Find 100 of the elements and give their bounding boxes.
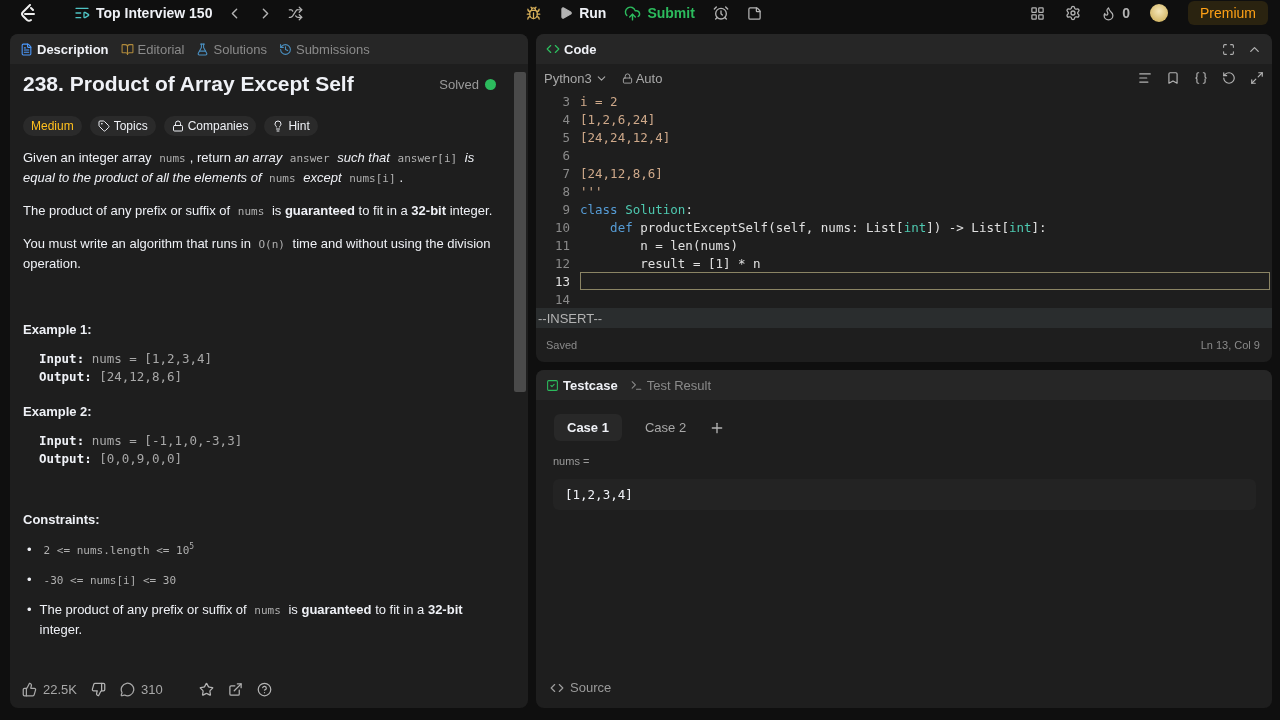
case-tab[interactable]: Case 1	[554, 414, 622, 441]
case-tab[interactable]: Case 2	[631, 414, 700, 441]
line-number: 14	[553, 291, 571, 307]
line-number: 7	[561, 165, 571, 181]
braces-button[interactable]	[1194, 71, 1208, 85]
constraints-heading: Constraints:	[23, 512, 101, 527]
save-status: Saved	[546, 339, 578, 351]
example-line: Input: nums = [-1,1,0,-3,3]	[39, 432, 244, 450]
debug-button[interactable]	[526, 5, 542, 21]
example-line: Output: [0,0,9,0,0]	[39, 450, 183, 468]
note-button[interactable]	[746, 5, 762, 21]
code-line: i = 2	[580, 92, 619, 110]
panel-tab[interactable]: Test Result	[629, 377, 711, 393]
example-heading: Example 1:	[23, 322, 93, 337]
example-line: Input: nums = [1,2,3,4]	[39, 350, 214, 368]
format-button[interactable]	[1138, 71, 1152, 85]
comments-button[interactable]: 310	[120, 681, 163, 697]
problem-title: 238. Product of Array Except Self	[23, 72, 354, 96]
avatar[interactable]	[1150, 4, 1168, 22]
tag-icon	[97, 120, 110, 132]
share-button[interactable]	[227, 681, 243, 697]
alarm-clock-icon	[712, 5, 729, 21]
panel-tab[interactable]: Editorial	[120, 41, 185, 57]
thumbs-down-icon	[91, 681, 106, 697]
logo-icon[interactable]	[20, 4, 36, 22]
bookmark-button[interactable]	[1166, 71, 1180, 85]
code-line: [1,2,6,24]	[580, 110, 657, 128]
shuffle-button[interactable]	[288, 5, 304, 21]
settings-icon	[1065, 5, 1082, 21]
lock-icon	[621, 72, 633, 84]
description-paragraph: The product of any prefix or suffix of nums is guaranteed to fit in a 32-bit integer.	[23, 202, 494, 220]
lightbulb-icon	[272, 120, 285, 132]
code-line: n = len(nums)	[639, 236, 740, 254]
expand-button[interactable]	[1250, 71, 1264, 85]
fullscreen-icon	[1222, 42, 1235, 56]
premium-button[interactable]: Premium	[1188, 1, 1268, 25]
panel-tab[interactable]: Description	[20, 41, 109, 57]
line-number: 5	[561, 129, 571, 145]
code-line: [24,12,8,6]	[580, 164, 664, 182]
alarm-button[interactable]	[712, 5, 729, 21]
like-button[interactable]: 22.5K	[22, 681, 77, 697]
constraint-text: 2 <= nums.length <= 10$^{5}$	[42, 541, 196, 559]
tag-button[interactable]: Hint	[264, 116, 318, 136]
panel-tab[interactable]: Testcase	[546, 377, 618, 393]
code-tab-title[interactable]: Code	[546, 41, 597, 57]
dislike-button[interactable]	[91, 681, 106, 697]
bug-icon	[526, 5, 542, 21]
description-paragraph: You must write an algorithm that runs in O(n) time and without using the division operation.	[23, 235, 492, 273]
grid-icon	[1030, 5, 1046, 21]
solved-dot	[485, 78, 496, 90]
auto-mode-toggle[interactable]: Auto	[621, 70, 663, 86]
vim-mode-bar: --INSERT--	[536, 308, 1272, 328]
code-line: class Solution:	[580, 200, 694, 218]
tag-button[interactable]: Companies	[163, 116, 257, 136]
cloud-upload-icon	[624, 4, 642, 22]
external-link-icon	[227, 681, 243, 697]
streak-counter[interactable]: 0	[1101, 5, 1130, 21]
favorite-button[interactable]	[198, 681, 214, 697]
note-icon	[746, 5, 762, 21]
line-number: 10	[553, 219, 571, 235]
document-icon	[20, 42, 33, 56]
book-icon	[120, 42, 134, 56]
expand-icon	[1250, 71, 1264, 85]
code-icon	[546, 42, 560, 56]
description-paragraph: Given an integer array nums , return an array answer such that answer[i] is equal to the product of all the elements of nums except nums[i] .	[23, 149, 476, 187]
play-icon	[559, 6, 574, 20]
tag-button[interactable]: Topics	[89, 116, 156, 136]
settings-button[interactable]	[1065, 5, 1082, 21]
line-number: 12	[553, 255, 571, 271]
layout-button[interactable]	[1030, 5, 1046, 21]
source-button[interactable]: Source	[544, 679, 1272, 696]
comment-icon	[120, 681, 135, 697]
reset-icon	[1222, 71, 1236, 85]
code-line: '''	[580, 182, 604, 200]
scrollbar-thumb[interactable]	[514, 72, 526, 392]
help-icon	[256, 681, 272, 697]
help-button[interactable]	[256, 681, 272, 697]
input-label: nums =	[553, 455, 591, 467]
code-line: result = [1] * n	[639, 254, 762, 272]
difficulty-label: Medium	[23, 116, 82, 136]
history-icon	[278, 42, 292, 56]
fullscreen-button[interactable]	[1222, 42, 1235, 56]
line-number: 11	[553, 237, 571, 253]
reset-button[interactable]	[1222, 71, 1236, 85]
checkbox-icon	[546, 378, 559, 392]
run-button[interactable]: Run	[559, 5, 607, 21]
list-bullet: •	[27, 601, 32, 619]
code-line: def productExceptSelf(self, nums: List[int]) -> List[int]:	[609, 218, 1048, 236]
thumbs-up-icon	[22, 681, 37, 697]
line-number: 3	[561, 93, 571, 109]
panel-tab[interactable]: Submissions	[278, 41, 370, 57]
panel-tab[interactable]: Solutions	[196, 41, 267, 57]
align-left-icon	[1138, 71, 1152, 85]
input-field[interactable]: [1,2,3,4]	[553, 479, 1256, 510]
list-icon	[74, 5, 90, 21]
example-line: Output: [24,12,8,6]	[39, 368, 183, 386]
problem-list-button[interactable]: Top Interview 150	[74, 5, 213, 21]
language-select[interactable]: Python3	[544, 70, 608, 86]
submit-button[interactable]: Submit	[624, 4, 695, 22]
example-heading: Example 2:	[23, 404, 93, 419]
